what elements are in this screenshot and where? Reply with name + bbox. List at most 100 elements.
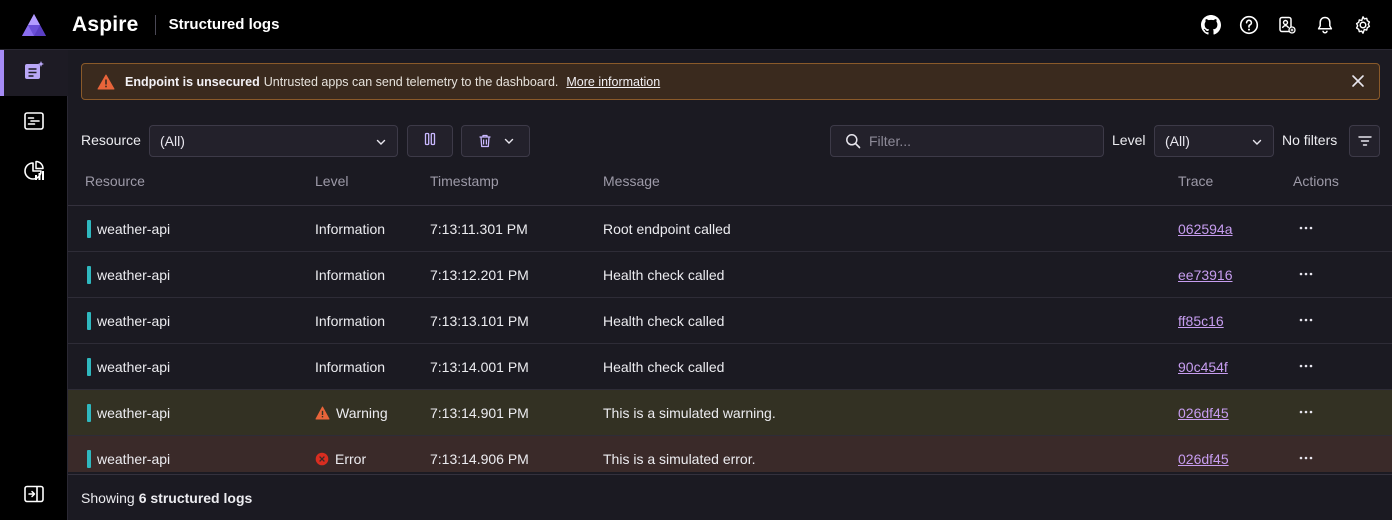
sidebar-item-traces[interactable] [0, 100, 68, 146]
top-bar: Aspire Structured logs [0, 0, 1392, 50]
table-row[interactable]: weather-api Information 7:13:12.201 PM H… [68, 252, 1392, 298]
cell-message: Health check called [603, 267, 725, 283]
chevron-down-icon [503, 135, 515, 147]
cell-resource: weather-api [97, 221, 171, 237]
search-icon [845, 133, 861, 149]
trace-link[interactable]: 062594a [1178, 221, 1233, 237]
cell-level: Information [315, 267, 386, 283]
cell-message: Root endpoint called [603, 221, 731, 237]
app-title[interactable]: Aspire [72, 13, 139, 37]
cell-message: Health check called [603, 313, 725, 329]
grid-header: Resource Level Timestamp Message Trace A… [68, 165, 1392, 206]
cell-resource: weather-api [97, 451, 171, 467]
sidebar-collapse-button[interactable] [0, 473, 68, 519]
resource-color-bar [87, 358, 91, 376]
clear-logs-button[interactable] [461, 125, 530, 157]
level-select[interactable]: (All) [1154, 125, 1274, 157]
resource-color-bar [87, 312, 91, 330]
sidebar [0, 50, 68, 520]
sidebar-item-metrics[interactable] [0, 150, 68, 196]
sidebar-item-structured-logs[interactable] [0, 50, 68, 96]
structured-logs-icon [22, 59, 46, 88]
more-actions-icon[interactable] [1296, 218, 1316, 238]
help-icon[interactable] [1230, 15, 1268, 35]
cell-resource: weather-api [97, 359, 171, 375]
cell-level-text: Error [335, 451, 367, 467]
pause-icon [423, 132, 437, 151]
resource-select-value: (All) [160, 133, 185, 149]
pause-button[interactable] [407, 125, 453, 157]
cell-timestamp: 7:13:14.901 PM [430, 405, 529, 421]
level-select-value: (All) [1165, 133, 1190, 149]
table-row[interactable]: weather-api Information 7:13:13.101 PM H… [68, 298, 1392, 344]
more-actions-icon[interactable] [1296, 448, 1316, 468]
chevron-down-icon [1251, 136, 1263, 148]
grid-footer: Showing 6 structured logs [68, 474, 1392, 520]
more-information-link[interactable]: More information [566, 75, 660, 89]
resource-select[interactable]: (All) [149, 125, 398, 157]
table-row-warning[interactable]: weather-api Warning 7:13:14.901 PM This … [68, 390, 1392, 436]
header-actions: Actions [1293, 173, 1339, 189]
cell-message: This is a simulated error. [603, 451, 756, 467]
trace-link[interactable]: 90c454f [1178, 359, 1228, 375]
resource-color-bar [87, 404, 91, 422]
structured-logs-grid: Resource Level Timestamp Message Trace A… [68, 165, 1392, 472]
notification-bell-icon[interactable] [1306, 15, 1344, 35]
header-trace[interactable]: Trace [1178, 173, 1213, 189]
resource-color-bar [87, 450, 91, 468]
header-resource[interactable]: Resource [85, 173, 145, 189]
error-icon [315, 452, 329, 469]
more-actions-icon[interactable] [1296, 356, 1316, 376]
trace-link[interactable]: ee73916 [1178, 267, 1233, 283]
cell-timestamp: 7:13:13.101 PM [430, 313, 529, 329]
more-actions-icon[interactable] [1296, 310, 1316, 330]
header-timestamp[interactable]: Timestamp [430, 173, 499, 189]
resource-label: Resource [81, 132, 141, 148]
cell-level: Information [315, 359, 386, 375]
trace-link[interactable]: 026df45 [1178, 405, 1229, 421]
cell-resource: weather-api [97, 405, 171, 421]
cell-message: This is a simulated warning. [603, 405, 776, 421]
toolbar: Resource (All) Level [68, 125, 1392, 157]
cell-timestamp: 7:13:12.201 PM [430, 267, 529, 283]
more-actions-icon[interactable] [1296, 402, 1316, 422]
cell-resource: weather-api [97, 313, 171, 329]
close-icon[interactable] [1351, 74, 1365, 88]
filters-button[interactable] [1349, 125, 1380, 157]
table-row[interactable]: weather-api Information 7:13:11.301 PM R… [68, 206, 1392, 252]
header-level[interactable]: Level [315, 173, 348, 189]
resource-color-bar [87, 220, 91, 238]
table-row[interactable]: weather-api Information 7:13:14.001 PM H… [68, 344, 1392, 390]
header-message[interactable]: Message [603, 173, 660, 189]
banner-title: Endpoint is unsecured [125, 74, 260, 89]
title-divider [154, 14, 156, 35]
cell-level-text: Warning [336, 405, 388, 421]
warning-icon [97, 74, 115, 90]
filter-input[interactable] [869, 133, 1089, 149]
filter-search-box[interactable] [830, 125, 1104, 157]
table-row-error[interactable]: weather-api Error 7:13:14.906 PM This is… [68, 436, 1392, 472]
resource-color-bar [87, 266, 91, 284]
sidebar-collapse-icon [23, 483, 45, 510]
cell-timestamp: 7:13:14.001 PM [430, 359, 529, 375]
cell-level: Error [315, 451, 366, 469]
settings-user-icon[interactable] [1268, 15, 1306, 35]
aspire-logo[interactable] [0, 13, 68, 37]
cell-level: Warning [315, 405, 388, 423]
trace-link[interactable]: 026df45 [1178, 451, 1229, 467]
footer-count: 6 structured logs [138, 489, 253, 506]
grid-rows: weather-api Information 7:13:11.301 PM R… [68, 206, 1392, 472]
banner-text: Untrusted apps can send telemetry to the… [263, 74, 559, 89]
cell-level: Information [315, 221, 386, 237]
cell-timestamp: 7:13:11.301 PM [430, 221, 528, 237]
warning-icon [315, 406, 330, 423]
chevron-down-icon [375, 136, 387, 148]
cell-level: Information [315, 313, 386, 329]
metrics-icon [23, 160, 45, 187]
no-filters-label: No filters [1282, 132, 1338, 148]
github-icon[interactable] [1192, 15, 1230, 35]
more-actions-icon[interactable] [1296, 264, 1316, 284]
trace-link[interactable]: ff85c16 [1178, 313, 1224, 329]
footer-prefix: Showing [81, 489, 135, 506]
gear-icon[interactable] [1344, 15, 1382, 35]
